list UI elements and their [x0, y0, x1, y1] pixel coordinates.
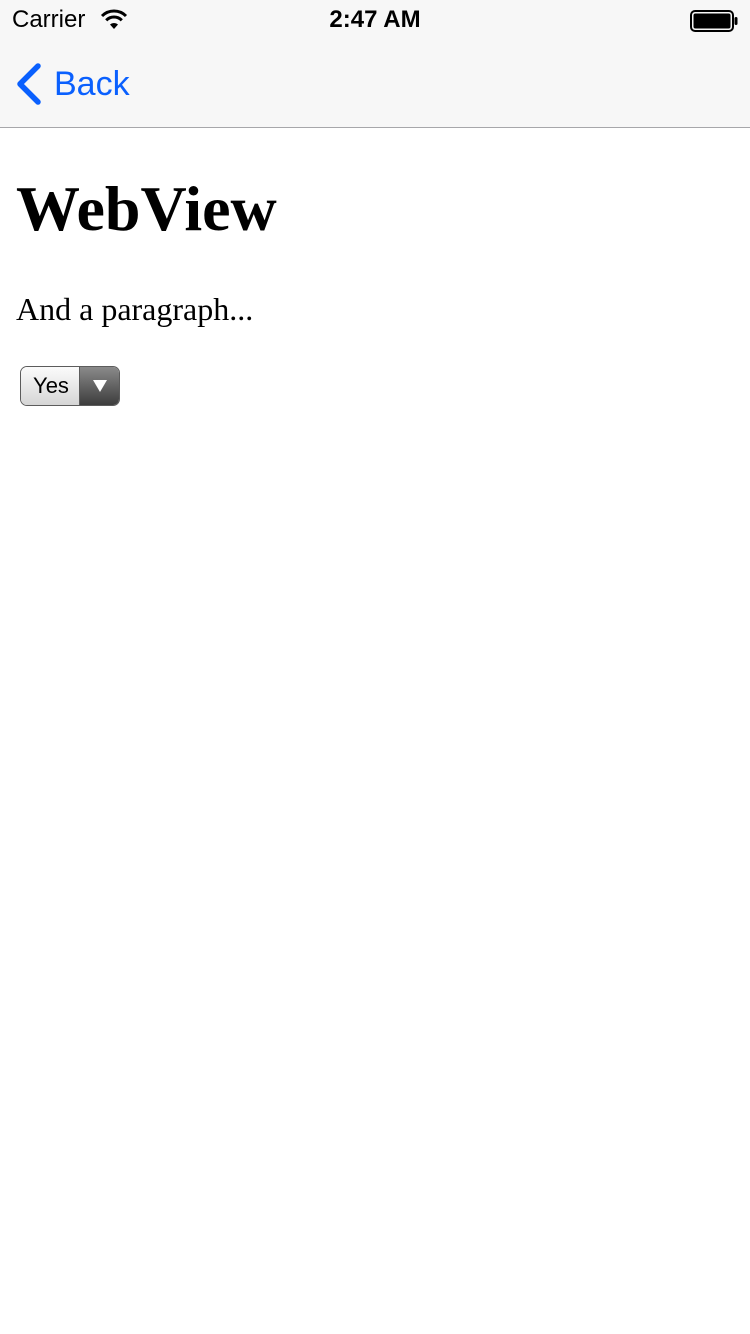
chevron-left-icon [17, 63, 41, 105]
back-button-label: Back [54, 65, 130, 103]
yes-no-select[interactable]: Yes [20, 366, 120, 406]
top-bar: Carrier 2:47 AM Back [0, 0, 750, 128]
back-button[interactable]: Back [14, 62, 130, 106]
status-bar: Carrier 2:47 AM [0, 0, 750, 40]
screen: Carrier 2:47 AM Back WebView And a parag… [0, 0, 750, 1334]
navigation-bar: Back [0, 40, 750, 128]
web-view-content: WebView And a paragraph... Yes [0, 129, 750, 1334]
page-title: WebView [16, 173, 277, 244]
select-arrow [79, 367, 119, 405]
paragraph: And a paragraph... [16, 291, 254, 327]
triangle-down-icon [92, 380, 107, 392]
clock: 2:47 AM [329, 6, 421, 33]
battery-icon [690, 10, 738, 32]
select-value: Yes [21, 367, 79, 405]
